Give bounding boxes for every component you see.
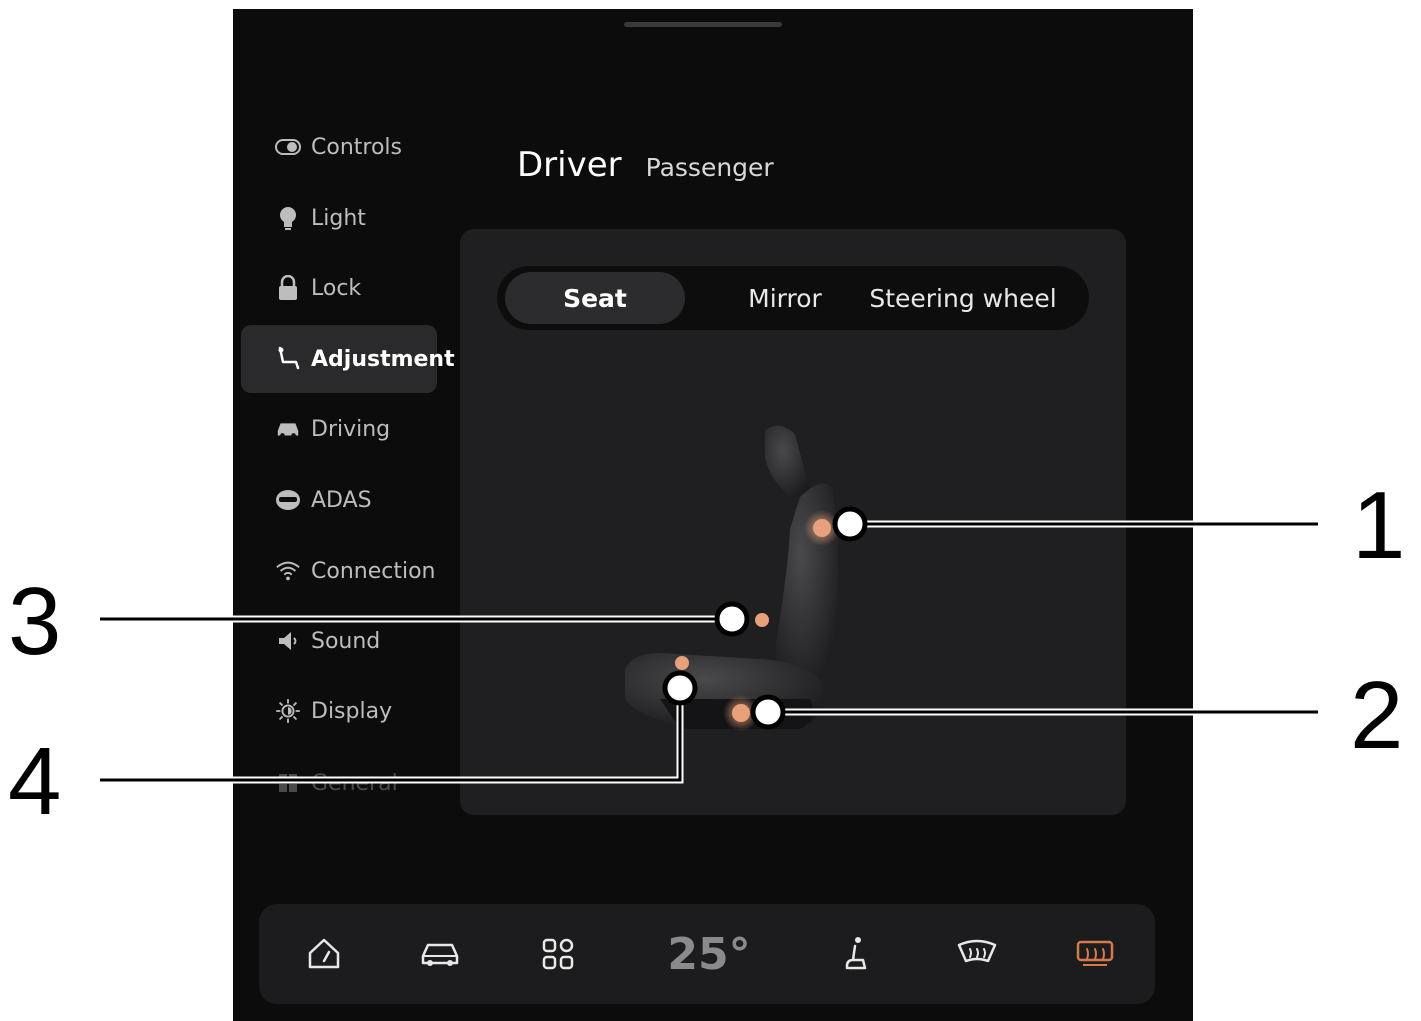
callout-number-4: 4 <box>8 728 62 835</box>
seat-icon[interactable] <box>829 929 879 979</box>
sidebar-item-lock[interactable]: Lock <box>241 254 437 322</box>
sidebar-item-label: Connection <box>311 558 436 584</box>
cushion-control-dot <box>675 656 689 670</box>
lumbar-control-dot <box>755 613 769 627</box>
temperature-readout[interactable]: 25° <box>659 929 759 980</box>
sidebar-item-label: General <box>311 770 398 796</box>
speaker-icon <box>275 628 301 654</box>
sidebar-item-driving[interactable]: Driving <box>241 395 437 463</box>
sidebar-item-label: Sound <box>311 628 381 654</box>
brightness-icon <box>275 698 301 724</box>
car-icon <box>275 416 301 442</box>
car-icon[interactable] <box>415 929 465 979</box>
seat-icon <box>275 346 301 372</box>
seat-illustration <box>625 425 840 731</box>
grab-handle[interactable] <box>624 22 782 27</box>
sidebar-item-display[interactable]: Display <box>241 677 437 745</box>
wifi-icon <box>275 558 301 584</box>
grid-icon <box>275 770 301 796</box>
base-control-dot <box>732 704 750 722</box>
sidebar-item-label: ADAS <box>311 487 372 513</box>
callout-number-2: 2 <box>1350 662 1404 769</box>
bottom-bar: 25° <box>259 904 1155 1004</box>
sidebar-item-controls[interactable]: Controls <box>241 113 437 181</box>
sidebar-item-label: Controls <box>311 134 402 160</box>
lock-icon <box>275 275 301 301</box>
passenger-tab[interactable]: Passenger <box>646 153 774 182</box>
sidebar-item-adas[interactable]: ADAS <box>241 466 437 534</box>
seat-headrest <box>765 425 810 498</box>
rear-defrost-icon[interactable] <box>1065 929 1125 979</box>
apps-icon[interactable] <box>533 929 583 979</box>
dashboard-icon[interactable] <box>299 929 349 979</box>
driver-tab[interactable]: Driver <box>517 145 622 185</box>
adjustment-panel: Seat Mirror Steering wheel <box>460 229 1126 815</box>
sidebar-item-general[interactable]: General <box>241 749 437 817</box>
backrest-control-dot <box>813 519 831 537</box>
callout-number-1: 1 <box>1352 472 1406 579</box>
sidebar-item-sound[interactable]: Sound <box>241 607 437 675</box>
callout-number-3: 3 <box>8 568 62 675</box>
bulb-icon <box>275 205 301 231</box>
sidebar-item-label: Display <box>311 698 393 724</box>
sidebar-item-label: Driving <box>311 416 391 442</box>
sidebar-item-label: Light <box>311 205 366 231</box>
sidebar: Controls Light Lock Adjustment Driving A… <box>233 109 463 809</box>
sidebar-item-label: Lock <box>311 275 362 301</box>
sidebar-item-label: Adjustment <box>311 346 455 372</box>
infotainment-screen: Controls Light Lock Adjustment Driving A… <box>233 9 1193 1021</box>
toggle-icon <box>275 134 301 160</box>
adas-icon <box>275 487 301 513</box>
sidebar-item-connection[interactable]: Connection <box>241 537 437 605</box>
occupant-selector: Driver Passenger <box>517 145 774 185</box>
sidebar-item-light[interactable]: Light <box>241 184 437 252</box>
sidebar-item-adjustment[interactable]: Adjustment <box>241 325 455 393</box>
front-defrost-icon[interactable] <box>947 929 1007 979</box>
